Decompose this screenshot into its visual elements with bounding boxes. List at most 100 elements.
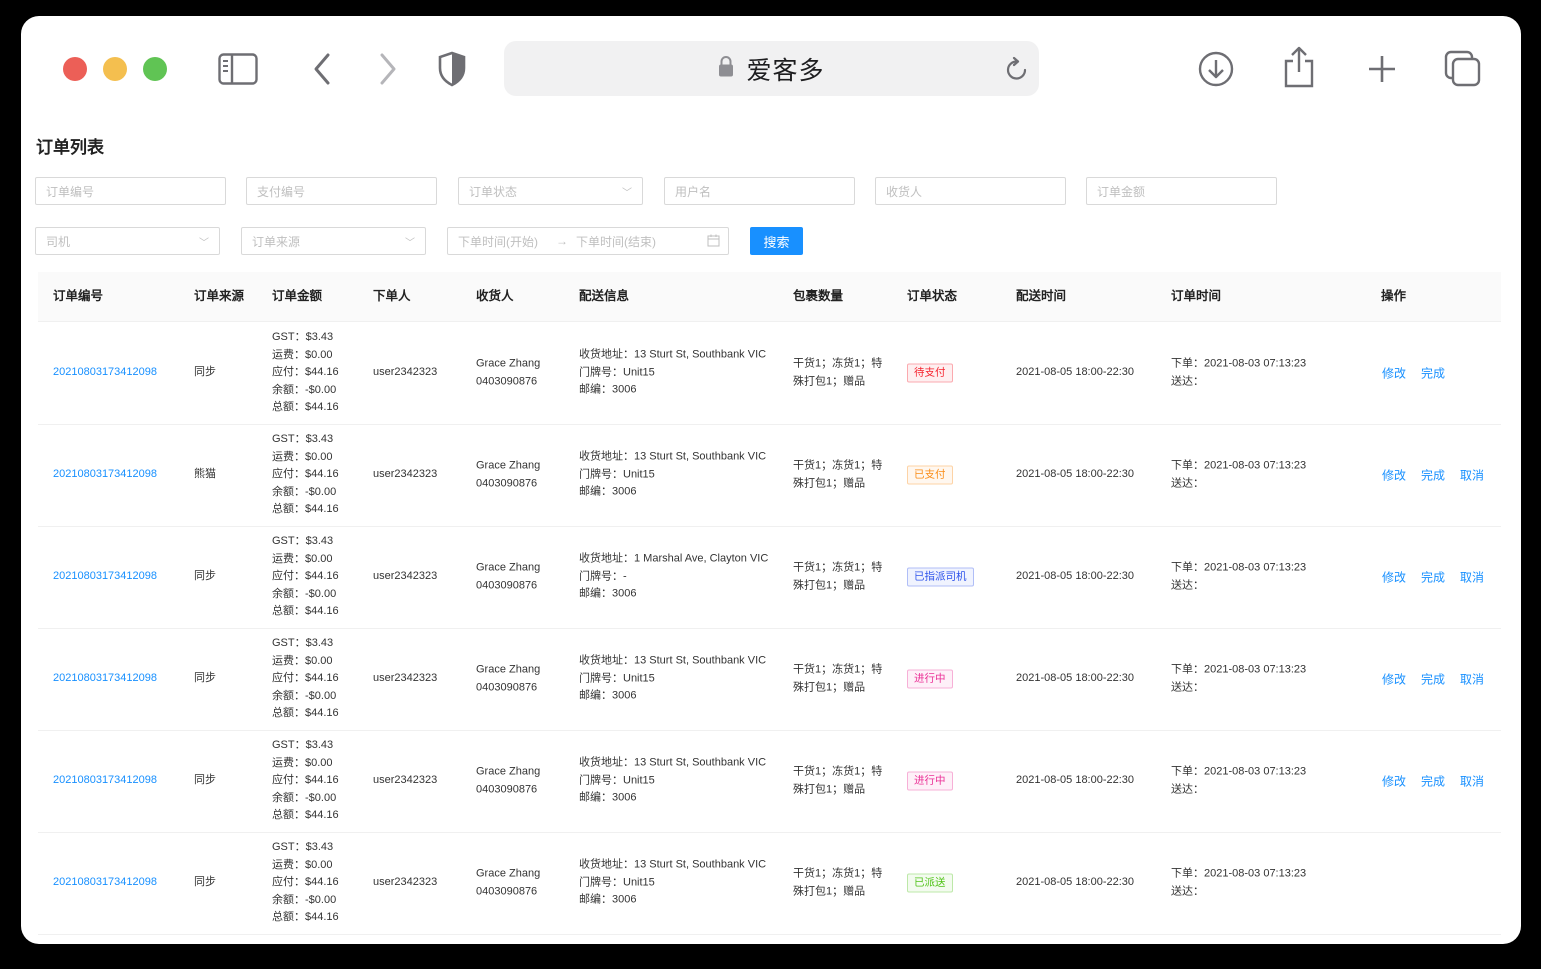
order-amount: GST：$3.43 运费：$0.00 应付：$44.16 余额：-$0.00 总额：$4… xyxy=(272,635,339,723)
order-user: user2342323 xyxy=(373,876,438,889)
receiver-name: Grace Zhang xyxy=(476,765,541,778)
date-range-picker[interactable]: 下单时间(开始) → 下单时间(结束) xyxy=(447,227,729,255)
status-badge: 待支付 xyxy=(907,363,953,383)
total-line: 总额：$44.16 xyxy=(272,911,339,924)
order-no-link[interactable]: 20210803173412098 xyxy=(53,568,157,586)
privacy-shield-icon[interactable] xyxy=(435,50,469,88)
balance-line: 余额：-$0.00 xyxy=(272,893,337,906)
cancel-button[interactable]: 取消 xyxy=(1460,467,1484,484)
delivered-time: 送达： xyxy=(1171,579,1204,591)
minimize-window-button[interactable] xyxy=(103,57,127,81)
package-line-2: 殊打包1；赠品 xyxy=(793,783,866,795)
back-icon[interactable] xyxy=(309,52,335,86)
col-order-no: 订单编号 xyxy=(53,289,104,303)
complete-button[interactable]: 完成 xyxy=(1421,467,1445,484)
row-actions: 修改 完成 取消 xyxy=(1382,773,1484,790)
order-status-select[interactable]: 订单状态 ﹀ xyxy=(458,177,643,205)
table-row: 20210803173412098 同步 GST：$3.43 运费：$0.00 应付：$… xyxy=(38,832,1501,935)
receiver-info: Grace Zhang 0403090876 xyxy=(476,559,540,594)
order-no-link[interactable]: 20210803173412098 xyxy=(53,364,157,382)
delivery-address: 收货地址：1 Marshal Ave, Clayton VIC xyxy=(579,552,769,565)
shipping-line: 运费：$0.00 xyxy=(272,858,333,871)
col-user: 下单人 xyxy=(373,289,411,303)
edit-button[interactable]: 修改 xyxy=(1382,467,1406,484)
package-line-1: 干货1；冻货1；特 xyxy=(793,561,883,574)
table-header: 订单编号 订单来源 订单金额 下单人 收货人 配送信息 包裹数量 订单状态 配送… xyxy=(38,272,1501,322)
order-no-link[interactable]: 20210803173412098 xyxy=(53,466,157,484)
package-line-1: 干货1；冻货1；特 xyxy=(793,663,883,676)
package-count: 干货1；冻货1；特 殊打包1；赠品 xyxy=(793,355,882,390)
edit-button[interactable]: 修改 xyxy=(1382,569,1406,586)
col-delivery-info: 配送信息 xyxy=(579,289,630,303)
placeholder: 订单编号 xyxy=(46,184,95,199)
row-actions: 修改 完成 xyxy=(1382,365,1445,382)
delivery-info: 收货地址：13 Sturt St, Southbank VIC 门牌号：Unit1… xyxy=(579,449,766,502)
tab-overview-icon[interactable] xyxy=(1443,50,1483,88)
order-source: 同步 xyxy=(194,570,216,583)
complete-button[interactable]: 完成 xyxy=(1421,365,1445,382)
source-select[interactable]: 订单来源 ﹀ xyxy=(241,227,426,255)
receiver-name: Grace Zhang xyxy=(476,867,541,880)
delivered-time: 送达： xyxy=(1171,477,1204,489)
amount-input[interactable]: 订单金额 xyxy=(1086,177,1277,205)
pay-no-input[interactable]: 支付编号 xyxy=(246,177,437,205)
order-amount: GST：$3.43 运费：$0.00 应付：$44.16 余额：-$0.00 总额：$4… xyxy=(272,839,339,927)
order-no-link[interactable]: 20210803173412098 xyxy=(53,772,157,790)
delivery-time: 2021-08-05 18:00-22:30 xyxy=(1016,468,1135,481)
order-no-input[interactable]: 订单编号 xyxy=(35,177,226,205)
delivery-unit: 门牌号：- xyxy=(579,570,627,583)
order-no-link[interactable]: 20210803173412098 xyxy=(53,874,157,892)
page-title: 订单列表 xyxy=(36,138,104,157)
package-count: 干货1；冻货1；特 殊打包1；赠品 xyxy=(793,559,882,594)
maximize-window-button[interactable] xyxy=(143,57,167,81)
driver-select[interactable]: 司机 ﹀ xyxy=(35,227,220,255)
order-no-link[interactable]: 20210803173412098 xyxy=(53,670,157,688)
receiver-input[interactable]: 收货人 xyxy=(875,177,1066,205)
total-line: 总额：$44.16 xyxy=(272,401,339,414)
edit-button[interactable]: 修改 xyxy=(1382,671,1406,688)
complete-button[interactable]: 完成 xyxy=(1421,671,1445,688)
share-icon[interactable] xyxy=(1281,46,1317,88)
download-icon[interactable] xyxy=(1197,50,1235,88)
receiver-info: Grace Zhang 0403090876 xyxy=(476,457,540,492)
new-tab-icon[interactable] xyxy=(1365,52,1399,86)
package-line-1: 干货1；冻货1；特 xyxy=(793,459,883,472)
address-bar[interactable]: 爱客多 xyxy=(504,41,1039,96)
sidebar-icon[interactable] xyxy=(217,52,259,86)
table-row: 20210803173412098 同步 GST：$3.43 运费：$0.00 应付：$… xyxy=(38,322,1501,425)
forward-icon[interactable] xyxy=(375,52,401,86)
package-line-2: 殊打包1；赠品 xyxy=(793,681,866,693)
package-line-1: 干货1；冻货1；特 xyxy=(793,765,883,778)
close-window-button[interactable] xyxy=(63,57,87,81)
edit-button[interactable]: 修改 xyxy=(1382,773,1406,790)
calendar-icon xyxy=(707,234,720,250)
cancel-button[interactable]: 取消 xyxy=(1460,671,1484,688)
order-source: 熊猫 xyxy=(194,468,216,481)
balance-line: 余额：-$0.00 xyxy=(272,383,337,396)
package-count: 干货1；冻货1；特 殊打包1；赠品 xyxy=(793,763,882,798)
edit-button[interactable]: 修改 xyxy=(1382,365,1406,382)
delivery-time: 2021-08-05 18:00-22:30 xyxy=(1016,774,1135,787)
delivery-time: 2021-08-05 18:00-22:30 xyxy=(1016,366,1135,379)
username-input[interactable]: 用户名 xyxy=(664,177,855,205)
delivery-address: 收货地址：13 Sturt St, Southbank VIC xyxy=(579,654,767,667)
browser-window: 爱客多 订单列表 订单编号 支付编号 订单状态 ﹀ 用户名 收货人 订单金额 司机… xyxy=(21,16,1521,944)
order-amount: GST：$3.43 运费：$0.00 应付：$44.16 余额：-$0.00 总额：$4… xyxy=(272,329,339,417)
placeholder: 订单金额 xyxy=(1097,184,1146,199)
complete-button[interactable]: 完成 xyxy=(1421,569,1445,586)
delivered-time: 送达： xyxy=(1171,681,1204,693)
delivery-postcode: 邮编：3006 xyxy=(579,485,637,498)
package-line-2: 殊打包1；赠品 xyxy=(793,375,866,387)
end-placeholder: 下单时间(结束) xyxy=(576,234,656,249)
order-source: 同步 xyxy=(194,876,216,889)
reload-icon[interactable] xyxy=(1005,56,1029,87)
delivery-info: 收货地址：13 Sturt St, Southbank VIC 门牌号：Unit1… xyxy=(579,347,766,400)
placeholder: 司机 xyxy=(46,234,71,249)
cancel-button[interactable]: 取消 xyxy=(1460,569,1484,586)
cancel-button[interactable]: 取消 xyxy=(1460,773,1484,790)
search-button[interactable]: 搜索 xyxy=(750,227,803,255)
placeholder: 订单状态 xyxy=(469,184,518,199)
receiver-phone: 0403090876 xyxy=(476,681,538,693)
col-status: 订单状态 xyxy=(907,289,958,303)
complete-button[interactable]: 完成 xyxy=(1421,773,1445,790)
